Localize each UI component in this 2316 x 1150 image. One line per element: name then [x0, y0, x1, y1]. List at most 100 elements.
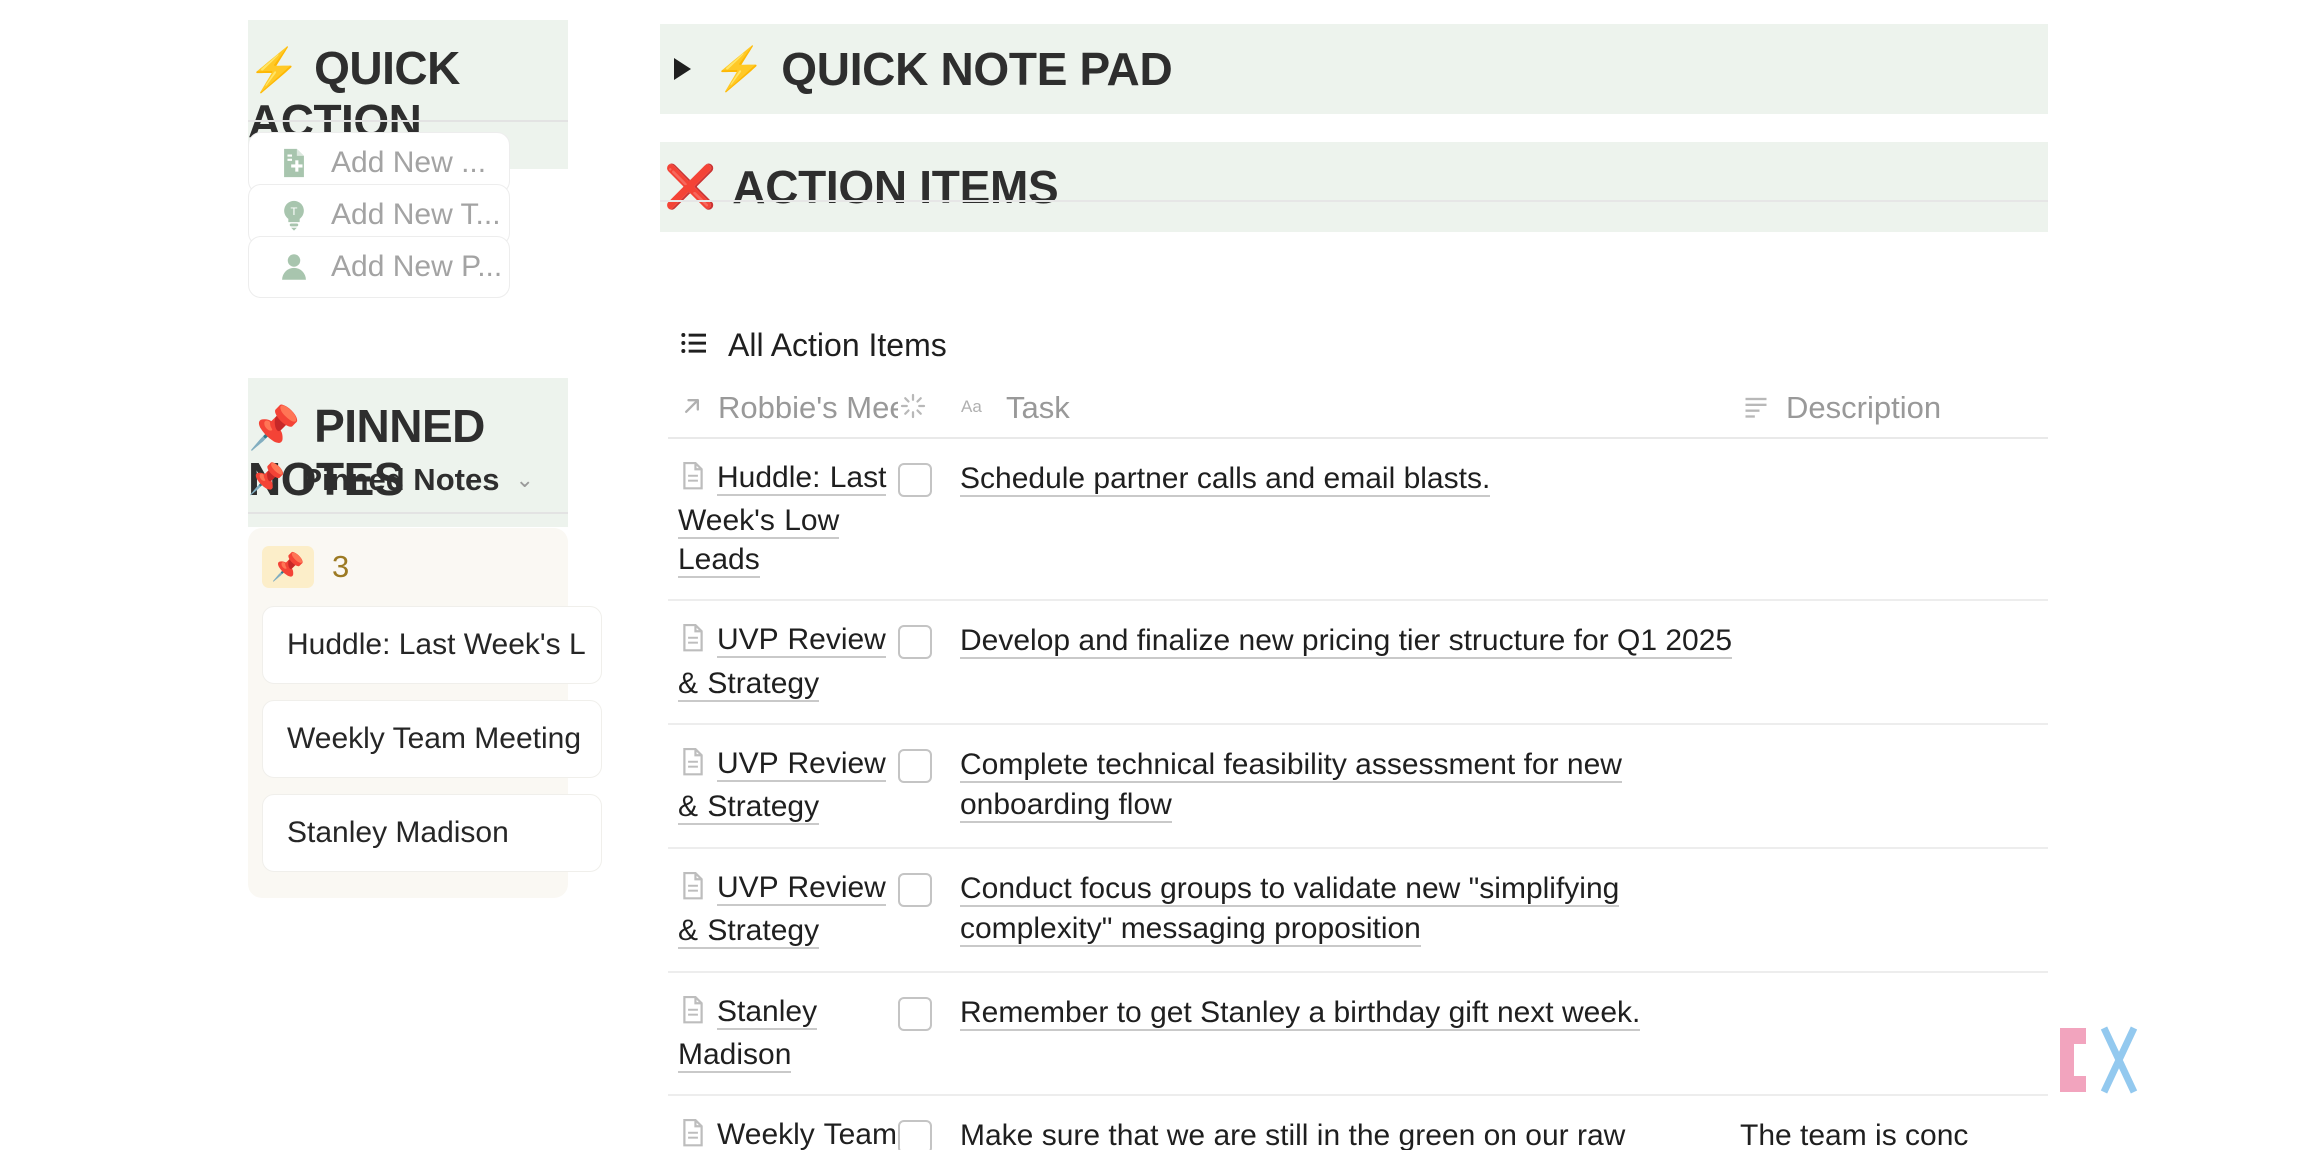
cell-task[interactable]: Complete technical feasibility assessmen… — [950, 745, 1740, 825]
collapse-triangle-icon[interactable] — [674, 58, 691, 80]
document-icon — [678, 460, 708, 502]
column-header-relation-label: Robbie's Mee... — [718, 390, 898, 426]
document-icon — [678, 994, 708, 1036]
task-checkbox[interactable] — [898, 997, 932, 1031]
cell-relation[interactable]: Weekly Team Meeting — [668, 1116, 898, 1150]
relation-arrow-icon — [678, 392, 706, 425]
column-header-task[interactable]: Aa Task — [950, 390, 1740, 426]
all-action-items-label: All Action Items — [728, 327, 947, 364]
task-link[interactable]: Develop and finalize new pricing tier st… — [960, 624, 1732, 659]
quick-note-pad-header[interactable]: ⚡ QUICK NOTE PAD — [660, 24, 2048, 114]
cell-task[interactable]: Develop and finalize new pricing tier st… — [950, 621, 1740, 661]
cell-checkbox[interactable] — [898, 459, 950, 497]
lightning-emoji-icon: ⚡ — [713, 48, 765, 90]
action-items-title: ACTION ITEMS — [732, 160, 1058, 214]
sidebar: ⚡ QUICK ACTION Add New ... T Add New T..… — [0, 0, 568, 1150]
all-action-items-view-tab[interactable]: All Action Items — [678, 327, 947, 364]
sidebar-pinned-notes-banner: 📌 PINNED NOTES — [248, 378, 568, 527]
cell-checkbox[interactable] — [898, 621, 950, 659]
cell-task[interactable]: Remember to get Stanley a birthday gift … — [950, 993, 1740, 1033]
cell-checkbox[interactable] — [898, 869, 950, 907]
xda-watermark — [2042, 1012, 2292, 1108]
pinned-notes-count-row: 📌 3 — [262, 546, 568, 588]
svg-text:Aa: Aa — [961, 397, 982, 416]
relation-link[interactable]: UVP Review & Strategy — [678, 871, 886, 949]
task-checkbox[interactable] — [898, 749, 932, 783]
task-link[interactable]: Complete technical feasibility assessmen… — [960, 748, 1622, 823]
document-icon — [678, 622, 708, 664]
chevron-down-icon[interactable]: ⌄ — [515, 467, 533, 493]
lightbulb-icon: T — [277, 198, 311, 232]
task-checkbox[interactable] — [898, 463, 932, 497]
document-icon — [678, 870, 708, 912]
list-view-icon — [678, 327, 710, 364]
rollup-icon — [898, 391, 928, 426]
task-link[interactable]: Make sure that we are still in the green… — [960, 1119, 1625, 1150]
task-link[interactable]: Conduct focus groups to validate new "si… — [960, 872, 1619, 947]
pinned-note-card[interactable]: Huddle: Last Week's L — [262, 606, 602, 684]
pushpin-emoji-icon: 📌 — [248, 404, 300, 451]
text-aa-icon: Aa — [960, 392, 994, 425]
column-header-relation[interactable]: Robbie's Mee... — [668, 390, 898, 426]
pushpin-chip-icon: 📌 — [262, 546, 314, 588]
pinned-notes-group: 📌 3 Huddle: Last Week's L Weekly Team Me… — [248, 528, 568, 898]
main-content: ⚡ QUICK NOTE PAD ❌ ACTION ITEMS All Acti… — [660, 0, 2316, 1150]
add-new-note-label: Add New ... — [331, 146, 486, 180]
table-row[interactable]: Stanley Madison Remember to get Stanley … — [668, 973, 2048, 1097]
action-items-divider — [660, 200, 2048, 202]
table-row[interactable]: UVP Review & Strategy Conduct focus grou… — [668, 849, 2048, 973]
cell-task[interactable]: Schedule partner calls and email blasts. — [950, 459, 1740, 499]
task-link[interactable]: Remember to get Stanley a birthday gift … — [960, 996, 1640, 1031]
action-items-table: Robbie's Mee... — [668, 383, 2048, 1150]
relation-link[interactable]: Huddle: Last Week's Low Leads — [678, 461, 886, 578]
table-header-row: Robbie's Mee... — [668, 383, 2048, 439]
task-checkbox[interactable] — [898, 873, 932, 907]
cell-task[interactable]: Make sure that we are still in the green… — [950, 1116, 1740, 1150]
cell-checkbox[interactable] — [898, 993, 950, 1031]
add-new-topic-label: Add New T... — [331, 198, 501, 232]
pin-icon: 📌 — [248, 465, 285, 495]
cell-relation[interactable]: UVP Review & Strategy — [668, 745, 898, 827]
app-page: ⚡ QUICK ACTION Add New ... T Add New T..… — [0, 0, 2316, 1150]
column-header-description-label: Description — [1786, 390, 1941, 426]
cell-relation[interactable]: Stanley Madison — [668, 993, 898, 1075]
relation-link[interactable]: UVP Review & Strategy — [678, 747, 886, 825]
task-link[interactable]: Schedule partner calls and email blasts. — [960, 462, 1490, 497]
column-header-description[interactable]: Description — [1740, 390, 2040, 426]
cell-relation[interactable]: UVP Review & Strategy — [668, 869, 898, 951]
cell-relation[interactable]: UVP Review & Strategy — [668, 621, 898, 703]
table-row[interactable]: Huddle: Last Week's Low Leads Schedule p… — [668, 439, 2048, 601]
pinned-note-card[interactable]: Stanley Madison — [262, 794, 602, 872]
cell-task[interactable]: Conduct focus groups to validate new "si… — [950, 869, 1740, 949]
pinned-notes-view-label: Pinned Notes — [301, 462, 499, 498]
sidebar-divider-2 — [248, 512, 568, 514]
column-header-status[interactable] — [898, 391, 950, 426]
add-new-person-button[interactable]: Add New P... — [248, 236, 510, 298]
sidebar-divider-1 — [248, 120, 568, 122]
table-row[interactable]: UVP Review & Strategy Complete technical… — [668, 725, 2048, 849]
cell-relation[interactable]: Huddle: Last Week's Low Leads — [668, 459, 898, 579]
quick-note-pad-title: QUICK NOTE PAD — [781, 42, 1172, 96]
add-new-person-label: Add New P... — [331, 250, 502, 284]
cell-checkbox[interactable] — [898, 745, 950, 783]
task-checkbox[interactable] — [898, 1120, 932, 1150]
document-icon — [678, 1117, 708, 1150]
lightning-emoji-icon: ⚡ — [248, 46, 300, 93]
task-checkbox[interactable] — [898, 625, 932, 659]
pinned-notes-count: 3 — [332, 549, 349, 585]
relation-link[interactable]: UVP Review & Strategy — [678, 623, 886, 701]
pinned-note-card[interactable]: Weekly Team Meeting — [262, 700, 602, 778]
action-items-header: ❌ ACTION ITEMS — [660, 142, 2048, 232]
person-icon — [277, 250, 311, 284]
pinned-notes-view-selector[interactable]: 📌 Pinned Notes ⌄ — [248, 462, 568, 498]
table-row[interactable]: UVP Review & Strategy Develop and finali… — [668, 601, 2048, 725]
description-lines-icon — [1740, 392, 1772, 425]
add-note-icon — [277, 146, 311, 180]
document-icon — [678, 746, 708, 788]
column-header-task-label: Task — [1006, 390, 1070, 426]
table-row[interactable]: Weekly Team Meeting Make sure that we ar… — [668, 1096, 2048, 1150]
cell-checkbox[interactable] — [898, 1116, 950, 1150]
relation-link[interactable]: Weekly Team Meeting — [678, 1118, 897, 1150]
cell-description[interactable]: The team is conc bottle neck. — [1740, 1116, 2040, 1150]
svg-text:T: T — [291, 206, 298, 218]
